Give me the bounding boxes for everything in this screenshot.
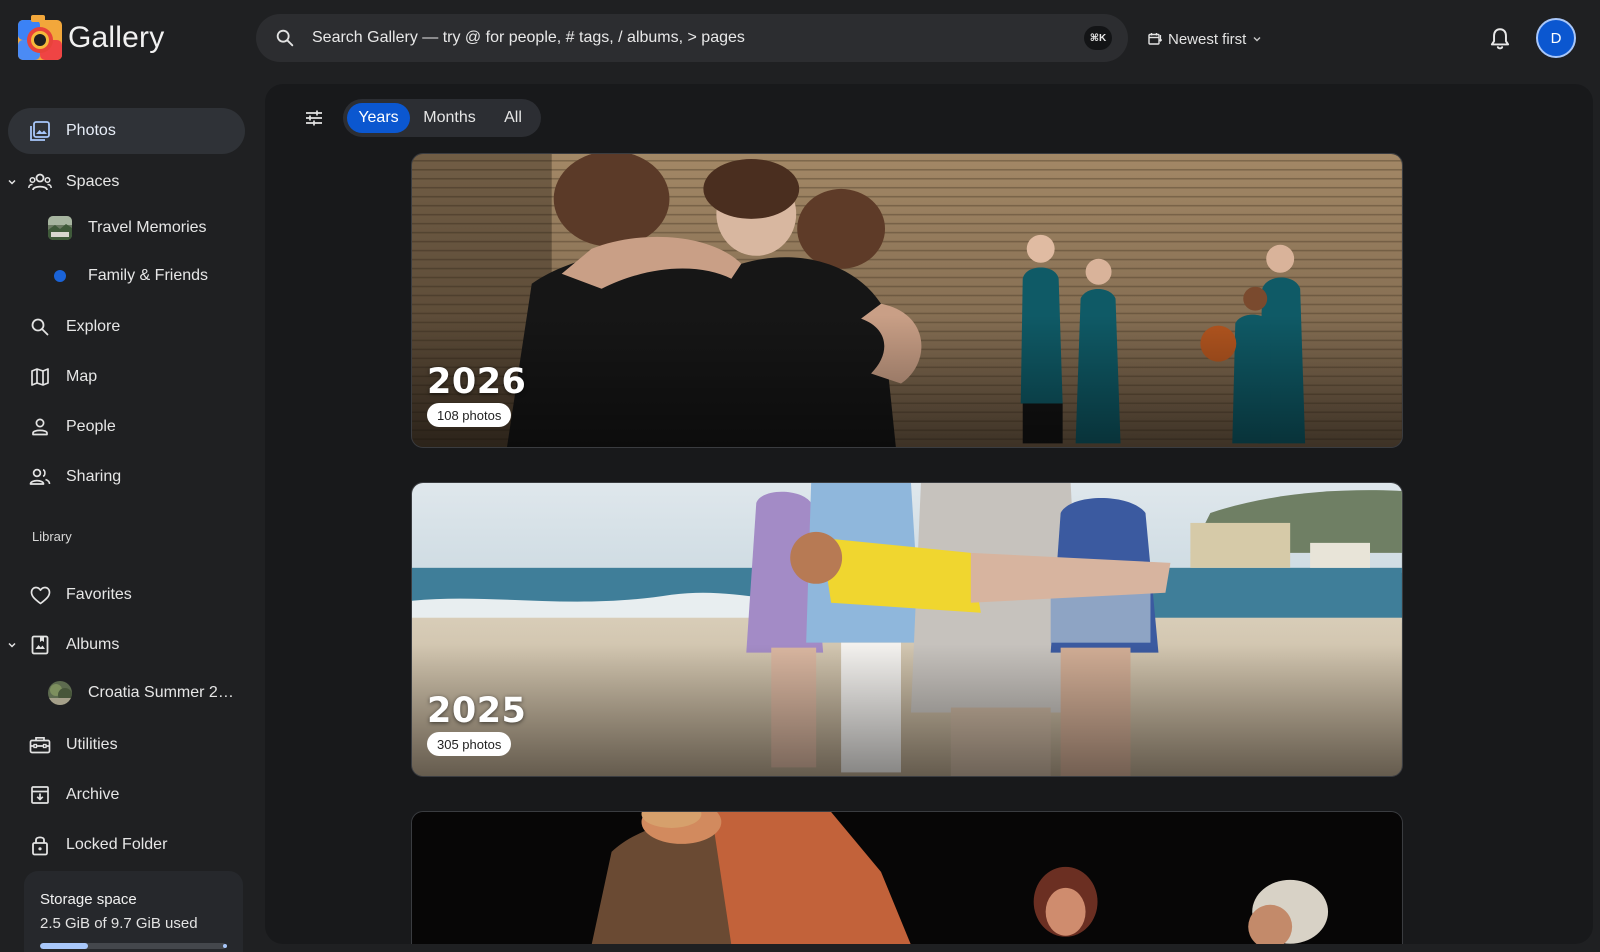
storage-usage-fill <box>40 943 89 949</box>
sidebar-item-label: Sharing <box>66 468 122 485</box>
album-label: Croatia Summer 2… <box>88 684 234 701</box>
storage-usage-bar <box>40 943 226 949</box>
sidebar-item-label: Map <box>66 368 98 385</box>
album-croatia-summer[interactable]: Croatia Summer 2… <box>8 671 245 715</box>
search-input[interactable]: Search Gallery — try @ for people, # tag… <box>312 29 745 47</box>
notifications-bell-icon[interactable] <box>1487 26 1513 52</box>
space-family-and-friends[interactable]: Family & Friends <box>8 254 245 298</box>
chevron-down-icon <box>1253 37 1261 42</box>
sidebar-item-locked-folder[interactable]: Locked Folder <box>8 822 245 868</box>
sidebar-item-favorites[interactable]: Favorites <box>8 572 245 618</box>
space-label: Travel Memories <box>88 219 207 236</box>
sidebar-item-utilities[interactable]: Utilities <box>8 722 245 768</box>
search-shortcut-badge: ⌘K <box>1084 26 1112 50</box>
sidebar-item-label: People <box>66 418 116 435</box>
year-title: 2026 <box>427 362 527 402</box>
sidebar-item-people[interactable]: People <box>8 404 245 450</box>
storage-panel[interactable]: Storage space 2.5 GiB of 9.7 GiB used <box>24 871 243 952</box>
people-sharing-icon <box>28 465 52 489</box>
group-icon <box>28 170 52 194</box>
sort-dropdown[interactable]: Newest first <box>1148 27 1262 51</box>
lock-icon <box>28 833 52 857</box>
sidebar-item-label: Photos <box>66 122 116 139</box>
calendar-sort-icon <box>1148 33 1162 45</box>
card-gradient-overlay <box>412 154 1402 447</box>
space-color-dot <box>54 270 66 282</box>
year-card-2026[interactable]: 2026 108 photos <box>411 153 1403 448</box>
album-icon <box>28 633 52 657</box>
archive-icon <box>28 783 52 807</box>
year-cover-photo <box>412 812 1402 944</box>
sidebar-item-albums[interactable]: Albums <box>8 622 245 668</box>
photo-count-badge: 108 photos <box>427 403 512 427</box>
tab-all[interactable]: All <box>489 103 537 133</box>
sidebar-item-label: Utilities <box>66 736 118 753</box>
user-avatar[interactable]: D <box>1536 18 1576 58</box>
map-icon <box>28 365 52 389</box>
year-card-2025[interactable]: 2025 305 photos <box>411 482 1403 777</box>
search-bar[interactable]: Search Gallery — try @ for people, # tag… <box>256 14 1128 62</box>
storage-usage-text: 2.5 GiB of 9.7 GiB used <box>40 915 198 932</box>
year-title: 2025 <box>427 691 527 731</box>
storage-bar-end-marker <box>223 944 227 948</box>
sidebar-item-label: Locked Folder <box>66 836 168 853</box>
sidebar-item-spaces[interactable]: Spaces <box>8 159 245 205</box>
sidebar-item-label: Favorites <box>66 586 132 603</box>
sidebar-item-photos[interactable]: Photos <box>8 108 245 154</box>
library-section-heading: Library <box>32 529 72 544</box>
sidebar-item-label: Archive <box>66 786 120 803</box>
tab-years[interactable]: Years <box>347 103 410 133</box>
toolbox-icon <box>28 733 52 757</box>
photos-icon <box>28 119 52 143</box>
year-card-next[interactable] <box>411 811 1403 944</box>
sidebar-item-explore[interactable]: Explore <box>8 304 245 350</box>
search-icon <box>28 315 52 339</box>
tab-months[interactable]: Months <box>413 103 486 133</box>
avatar-initial: D <box>1550 29 1562 47</box>
filter-sliders-icon[interactable] <box>303 107 325 129</box>
sidebar-item-label: Explore <box>66 318 121 335</box>
sidebar-item-sharing[interactable]: Sharing <box>8 454 245 500</box>
app-title: Gallery <box>68 21 165 54</box>
person-icon <box>28 415 52 439</box>
storage-title: Storage space <box>40 891 137 908</box>
album-thumbnail <box>48 681 72 705</box>
heart-icon <box>28 583 52 607</box>
gallery-logo-icon <box>18 15 62 60</box>
app-logo[interactable]: Gallery <box>15 13 164 63</box>
main-content: Years Months All 2026 108 photos 2025 30… <box>265 84 1593 944</box>
sidebar-item-label: Albums <box>66 636 120 653</box>
space-label: Family & Friends <box>88 267 209 284</box>
sidebar-item-archive[interactable]: Archive <box>8 772 245 818</box>
sidebar-item-map[interactable]: Map <box>8 354 245 400</box>
sidebar-item-label: Spaces <box>66 173 120 190</box>
photo-count-badge: 305 photos <box>427 732 512 756</box>
card-gradient-overlay <box>412 483 1402 776</box>
space-travel-memories[interactable]: Travel Memories <box>8 206 245 250</box>
sort-label: Newest first <box>1168 30 1247 48</box>
search-icon <box>276 29 294 47</box>
space-thumbnail <box>48 216 72 240</box>
view-mode-switcher: Years Months All <box>343 99 541 137</box>
